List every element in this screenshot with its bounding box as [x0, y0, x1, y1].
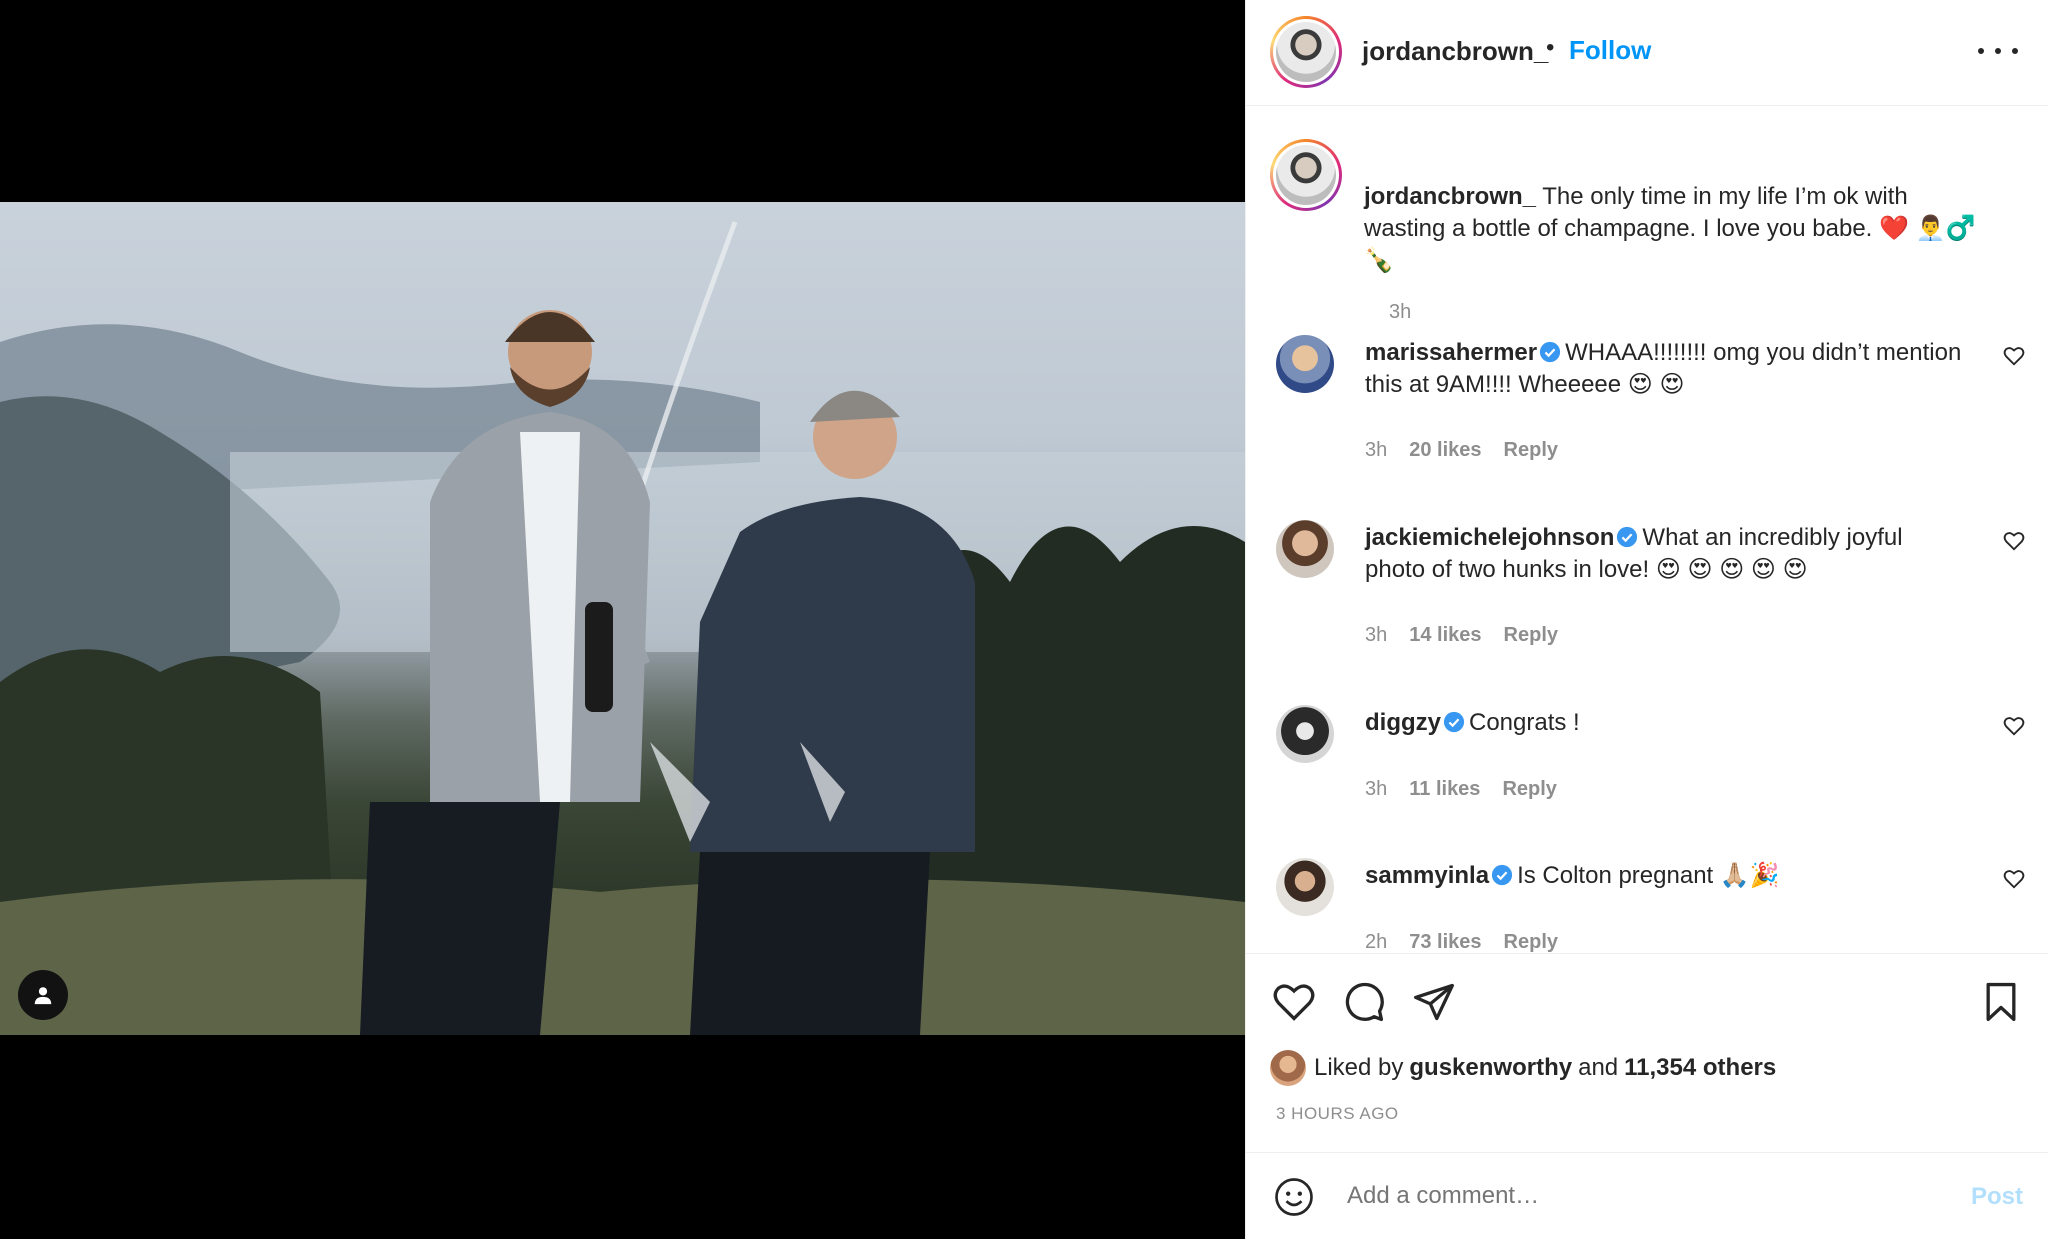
comment-time[interactable]: 3h [1365, 624, 1387, 647]
reply-button[interactable]: Reply [1502, 778, 1556, 801]
comment-text: diggzy Congrats ! [1365, 707, 1965, 739]
comment-item: diggzy Congrats ! 3h 11 likes Reply [1246, 705, 2048, 855]
comment-avatar[interactable] [1276, 858, 1334, 916]
comment-meta: 3h 14 likes Reply [1365, 624, 1558, 647]
comment-likes[interactable]: 11 likes [1409, 778, 1480, 801]
comment-avatar[interactable] [1276, 520, 1334, 578]
verified-badge-icon [1491, 864, 1513, 886]
comment-avatar[interactable] [1276, 705, 1334, 763]
author-username[interactable]: jordancbrown_ [1362, 36, 1548, 67]
post-header: jordancbrown_ • Follow [1246, 0, 2048, 106]
comment-text: marissahermer WHAAA!!!!!!!! omg you didn’… [1365, 337, 1965, 401]
like-heart-icon[interactable] [1272, 980, 1316, 1024]
comment-time[interactable]: 3h [1365, 778, 1387, 801]
photo-illustration [0, 221, 1245, 1035]
comment-text: sammyinla Is Colton pregnant 🙏🏼🎉 [1365, 860, 1965, 892]
comment-meta: 3h 11 likes Reply [1365, 778, 1557, 801]
verified-badge-icon [1617, 526, 1638, 548]
comments-list[interactable]: jordancbrown_ The only time in my life I… [1246, 107, 2048, 953]
comment-item: marissahermer WHAAA!!!!!!!! omg you didn’… [1246, 335, 2048, 485]
comment-input[interactable] [1347, 1182, 1907, 1210]
comment-meta: 3h 20 likes Reply [1365, 439, 1558, 462]
comment-item: jackiemichelejohnson What an incredibly j… [1246, 520, 2048, 670]
comment-like-icon[interactable] [2003, 868, 2025, 890]
liked-by-avatar[interactable] [1270, 1050, 1306, 1086]
comment-text: jackiemichelejohnson What an incredibly j… [1365, 522, 1965, 586]
comment-username[interactable]: diggzy [1365, 709, 1441, 736]
comment-username[interactable]: jackiemichelejohnson [1365, 524, 1614, 551]
author-avatar[interactable] [1270, 16, 1342, 88]
comment-like-icon[interactable] [2003, 530, 2025, 552]
header-separator: • [1546, 34, 1555, 61]
reply-button[interactable]: Reply [1504, 931, 1558, 953]
emoji-icon[interactable] [1274, 1177, 1314, 1217]
liked-by-prefix: Liked by [1314, 1054, 1404, 1081]
comment-composer: Post [1246, 1152, 2048, 1239]
post-timestamp[interactable]: 3 HOURS AGO [1276, 1104, 1399, 1124]
comment-body: Congrats ! [1469, 709, 1580, 736]
caption-username[interactable]: jordancbrown_ [1364, 183, 1536, 210]
user-tags-button[interactable] [18, 970, 68, 1020]
post-media [0, 0, 1245, 1239]
comment-like-icon[interactable] [2003, 715, 2025, 737]
caption-time[interactable]: 3h [1389, 301, 1411, 324]
liked-by: Liked by guskenworthy and 11,354 others [1270, 1050, 1782, 1086]
reply-button[interactable]: Reply [1504, 439, 1558, 462]
comment-like-icon[interactable] [2003, 345, 2025, 367]
comment-item: sammyinla Is Colton pregnant 🙏🏼🎉 2h 73 li… [1246, 858, 2048, 953]
person-icon [34, 987, 52, 1005]
caption-avatar[interactable] [1270, 139, 1342, 211]
comment-avatar[interactable] [1276, 335, 1334, 393]
comment-time[interactable]: 3h [1365, 439, 1387, 462]
verified-badge-icon [1540, 341, 1561, 363]
liked-by-user[interactable]: guskenworthy [1409, 1054, 1572, 1082]
post-photo[interactable] [0, 202, 1245, 1035]
bookmark-icon[interactable] [1979, 980, 2023, 1024]
reply-button[interactable]: Reply [1504, 624, 1558, 647]
share-send-icon[interactable] [1412, 980, 1456, 1024]
post-actions: Liked by guskenworthy and 11,354 others … [1246, 953, 2048, 1153]
caption-text: jordancbrown_ The only time in my life I… [1364, 181, 1984, 277]
follow-button[interactable]: Follow [1569, 35, 1651, 66]
comment-likes[interactable]: 73 likes [1409, 931, 1481, 953]
comment-username[interactable]: marissahermer [1365, 339, 1537, 366]
liked-by-and: and [1578, 1054, 1619, 1081]
post-sidebar: jordancbrown_ • Follow jordancbrown_ The… [1245, 0, 2048, 1239]
more-horizontal-icon[interactable] [1978, 36, 2018, 66]
comment-bubble-icon[interactable] [1342, 980, 1386, 1024]
verified-badge-icon [1443, 711, 1465, 733]
comment-body: Is Colton pregnant 🙏🏼🎉 [1517, 862, 1780, 889]
comment-likes[interactable]: 14 likes [1409, 624, 1481, 647]
comment-username[interactable]: sammyinla [1365, 862, 1489, 889]
comment-time[interactable]: 2h [1365, 931, 1387, 953]
comment-meta: 2h 73 likes Reply [1365, 931, 1558, 953]
comment-likes[interactable]: 20 likes [1409, 439, 1481, 462]
likes-count[interactable]: 11,354 others [1624, 1054, 1776, 1082]
post-comment-button[interactable]: Post [1971, 1183, 2023, 1211]
